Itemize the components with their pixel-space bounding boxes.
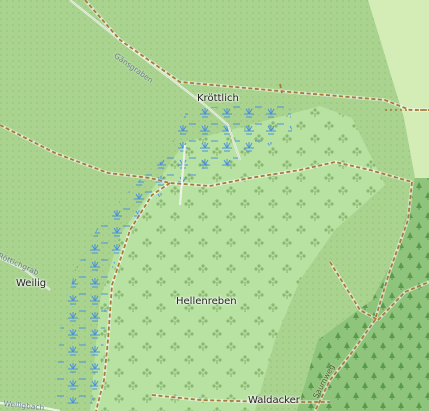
map-canvas xyxy=(0,0,429,411)
place-label-waldacker: Waldacker xyxy=(248,395,300,406)
map-view[interactable]: Kröttlich Weilig Hellenreben Waldacker G… xyxy=(0,0,429,411)
place-label-weilig: Weilig xyxy=(16,278,47,289)
place-label-hellenreben: Hellenreben xyxy=(176,296,237,307)
place-label-kroettlich: Kröttlich xyxy=(197,93,239,104)
